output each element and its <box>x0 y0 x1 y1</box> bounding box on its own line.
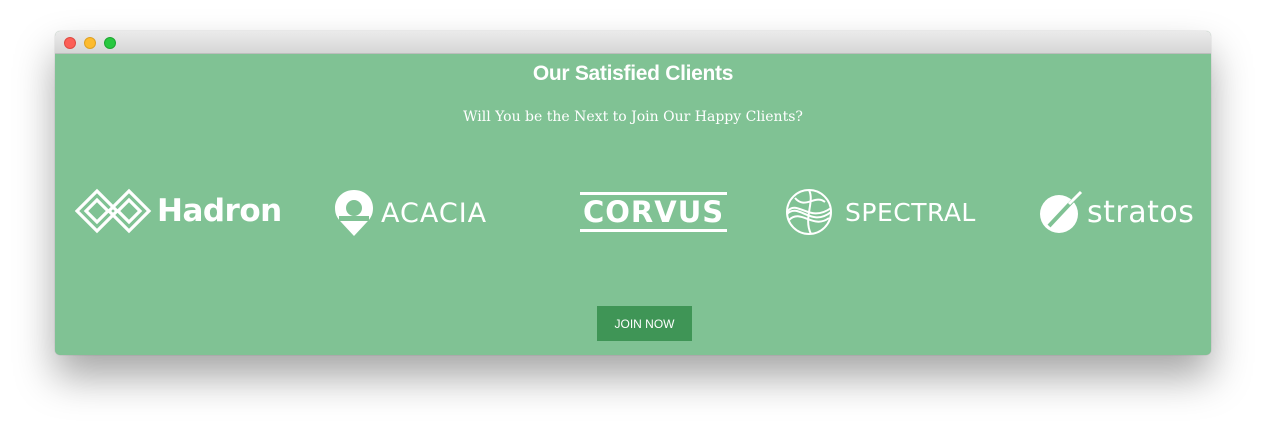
window-minimize-button[interactable] <box>84 37 96 49</box>
client-logo-acacia: ACACIA <box>333 188 487 238</box>
client-logo-hadron: Hadron <box>75 188 282 234</box>
client-logo-spectral: SPECTRAL <box>785 188 976 236</box>
spectral-sphere-logo-icon <box>786 189 832 235</box>
client-logo-stratos: stratos <box>1039 190 1194 234</box>
stratos-circle-logo-icon <box>1040 190 1083 233</box>
section-heading: Our Satisfied Clients <box>532 62 734 85</box>
client-name-spectral: SPECTRAL <box>845 197 976 227</box>
client-name-acacia: ACACIA <box>381 197 488 229</box>
join-now-button[interactable]: JOIN NOW <box>597 306 692 341</box>
acacia-pin-logo-icon <box>335 190 373 236</box>
section-subheading: Will You be the Next to Join Our Happy C… <box>463 109 803 125</box>
hadron-diamond-logo-icon <box>75 188 152 234</box>
client-name-hadron: Hadron <box>157 193 282 229</box>
client-name-corvus: CORVUS <box>583 195 725 229</box>
client-logo-corvus: CORVUS <box>580 192 728 232</box>
window-maximize-button[interactable] <box>104 37 116 49</box>
clients-section: Our Satisfied Clients Will You be the Ne… <box>55 54 1211 355</box>
browser-window: Our Satisfied Clients Will You be the Ne… <box>55 31 1211 355</box>
window-titlebar <box>55 31 1211 54</box>
corvus-wordmark-box: CORVUS <box>580 192 728 232</box>
client-name-stratos: stratos <box>1087 194 1195 230</box>
window-close-button[interactable] <box>64 37 76 49</box>
